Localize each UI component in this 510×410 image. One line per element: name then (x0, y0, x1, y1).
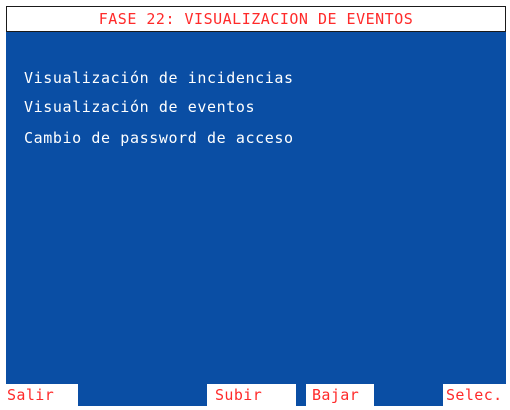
menu-item-visualizacion-incidencias[interactable]: Visualización de incidencias (24, 69, 294, 87)
salir-button[interactable]: Salir (6, 384, 78, 406)
subir-button[interactable]: Subir (207, 384, 296, 406)
function-key-bar: Salir Subir Bajar Selec. (6, 382, 506, 406)
title-bar: FASE 22: VISUALIZACION DE EVENTOS (6, 6, 506, 32)
menu-area: Visualización de incidencias Visualizaci… (6, 32, 506, 382)
terminal-screen: FASE 22: VISUALIZACION DE EVENTOS Visual… (6, 6, 506, 406)
menu-item-visualizacion-eventos[interactable]: Visualización de eventos (24, 98, 255, 116)
bajar-button[interactable]: Bajar (306, 384, 374, 406)
page-title: FASE 22: VISUALIZACION DE EVENTOS (98, 10, 414, 28)
seleccionar-button[interactable]: Selec. (443, 384, 506, 406)
menu-item-cambio-password[interactable]: Cambio de password de acceso (24, 129, 294, 147)
